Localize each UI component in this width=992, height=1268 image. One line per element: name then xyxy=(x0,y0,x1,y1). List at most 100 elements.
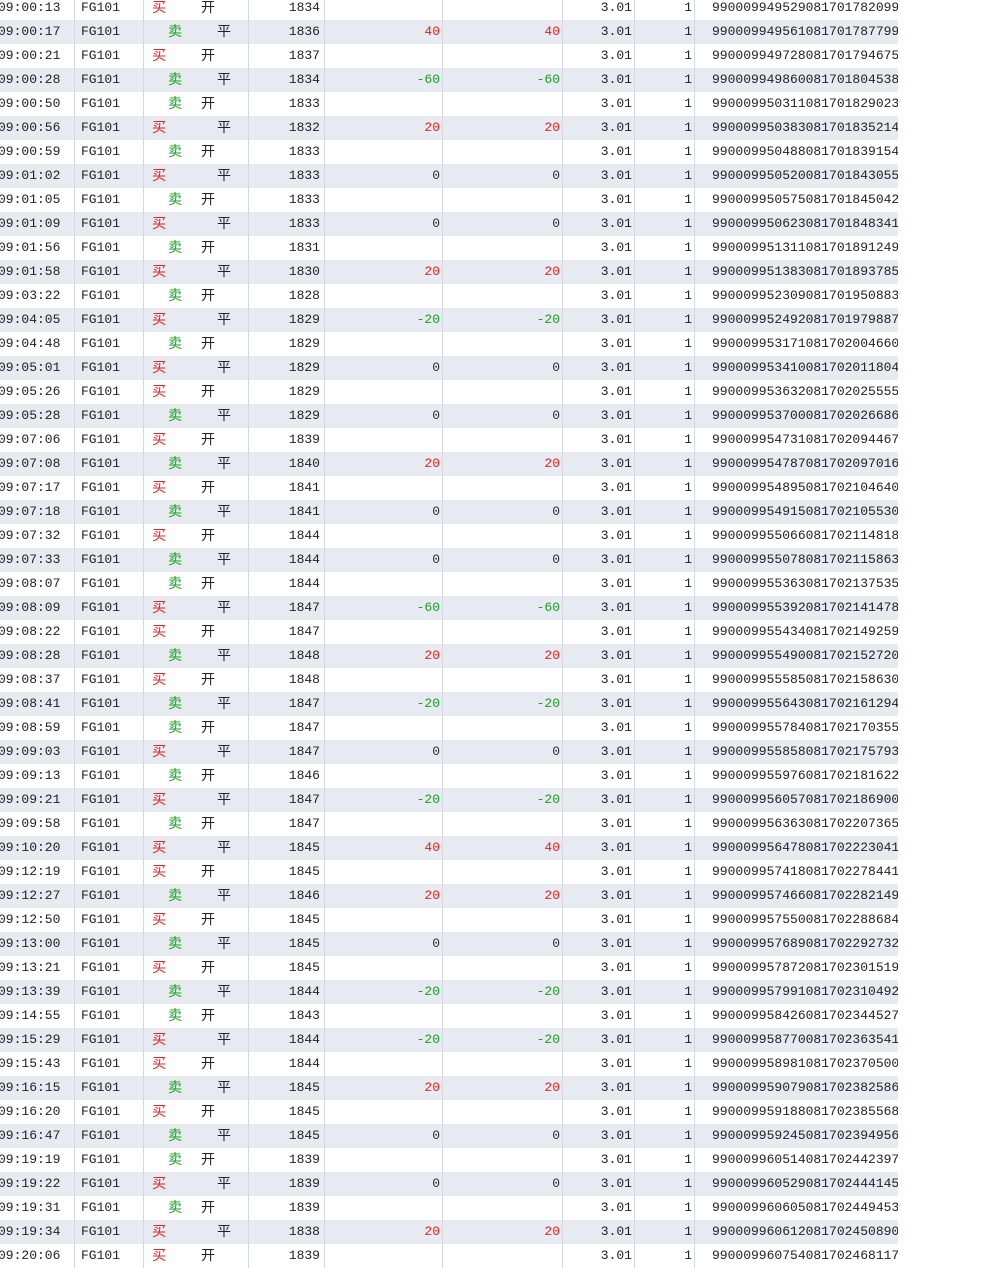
table-row[interactable]: 09:16:47 FG101 卖 平 1845 0 0 3.01 1 99000995924508… xyxy=(0,1124,898,1148)
table-row[interactable]: 09:05:28 FG101 卖 平 1829 0 0 3.01 1 99000995370008… xyxy=(0,404,898,428)
table-row[interactable]: 09:20:06 FG101 买 开 1839 3.01 1 9900099607540817… xyxy=(0,1244,898,1268)
column-divider xyxy=(248,884,249,908)
column-divider xyxy=(694,980,695,1004)
table-row[interactable]: 09:04:48 FG101 卖开 1829 3.01 1 9900099531710817… xyxy=(0,332,898,356)
table-row[interactable]: 09:03:22 FG101 卖开 1828 3.01 1 9900099523090817… xyxy=(0,284,898,308)
cell-contract: FG101 xyxy=(81,48,121,63)
cell-contract: FG101 xyxy=(81,1152,121,1167)
table-row[interactable]: 09:00:28 FG101 卖 平 1834 -60 -60 3.01 1 9900099498… xyxy=(0,68,898,92)
column-divider xyxy=(324,20,325,44)
table-row[interactable]: 09:07:18 FG101 卖 平 1841 0 0 3.01 1 99000995491508… xyxy=(0,500,898,524)
table-row[interactable]: 09:08:09 FG101 买 平 1847 -60 -60 3.01 1 9900099553… xyxy=(0,596,898,620)
column-divider xyxy=(248,308,249,332)
table-row[interactable]: 09:04:05 FG101 买 平 1829 -20 -20 3.01 1 9900099524… xyxy=(0,308,898,332)
table-row[interactable]: 09:01:58 FG101 买 平 1830 20 20 3.01 1 990009951383… xyxy=(0,260,898,284)
cell-price: 1845 xyxy=(288,1080,320,1095)
table-row[interactable]: 09:19:31 FG101 卖开 1839 3.01 1 9900099606050817… xyxy=(0,1196,898,1220)
table-row[interactable]: 09:09:58 FG101 卖开 1847 3.01 1 9900099563630817… xyxy=(0,812,898,836)
column-divider xyxy=(143,1052,144,1076)
table-row[interactable]: 09:01:56 FG101 卖开 1831 3.01 1 9900099513110817… xyxy=(0,236,898,260)
table-row[interactable]: 09:08:28 FG101 卖 平 1848 20 20 3.01 1 990009955490… xyxy=(0,644,898,668)
column-divider xyxy=(143,284,144,308)
table-row[interactable]: 09:00:50 FG101 卖开 1833 3.01 1 9900099503110817… xyxy=(0,92,898,116)
table-row[interactable]: 09:15:29 FG101 买 平 1844 -20 -20 3.01 1 9900099587… xyxy=(0,1028,898,1052)
cell-quantity: 1 xyxy=(684,672,692,687)
column-divider xyxy=(442,956,443,980)
table-row[interactable]: 09:19:22 FG101 买 平 1839 0 0 3.01 1 99000996052908… xyxy=(0,1172,898,1196)
column-divider xyxy=(694,884,695,908)
column-divider xyxy=(248,1244,249,1268)
table-row[interactable]: 09:12:19 FG101 买 开 1845 3.01 1 9900099574180817… xyxy=(0,860,898,884)
table-row[interactable]: 09:00:17 FG101 卖 平 1836 40 40 3.01 1 990009949561… xyxy=(0,20,898,44)
table-row[interactable]: 09:01:02 FG101 买 平 1833 0 0 3.01 1 99000995052008… xyxy=(0,164,898,188)
table-row[interactable]: 09:19:19 FG101 卖开 1839 3.01 1 9900099605140817… xyxy=(0,1148,898,1172)
table-row[interactable]: 09:07:08 FG101 卖 平 1840 20 20 3.01 1 990009954787… xyxy=(0,452,898,476)
table-row[interactable]: 09:07:17 FG101 买 开 1841 3.01 1 9900099548950817… xyxy=(0,476,898,500)
column-divider xyxy=(324,572,325,596)
column-divider xyxy=(248,380,249,404)
table-row[interactable]: 09:08:22 FG101 买 开 1847 3.01 1 9900099554340817… xyxy=(0,620,898,644)
table-row[interactable]: 09:16:20 FG101 买 开 1845 3.01 1 9900099591880817… xyxy=(0,1100,898,1124)
cell-contract: FG101 xyxy=(81,192,121,207)
column-divider xyxy=(324,380,325,404)
table-row[interactable]: 09:15:43 FG101 买 开 1844 3.01 1 9900099589810817… xyxy=(0,1052,898,1076)
column-divider xyxy=(442,716,443,740)
column-divider xyxy=(248,1148,249,1172)
cell-side: 买 xyxy=(152,1104,166,1120)
cell-open-close: 开 xyxy=(201,0,215,16)
table-row[interactable]: 09:09:03 FG101 买 平 1847 0 0 3.01 1 99000995585808… xyxy=(0,740,898,764)
table-row[interactable]: 09:08:37 FG101 买 开 1848 3.01 1 9900099555850817… xyxy=(0,668,898,692)
table-row[interactable]: 09:12:50 FG101 买 开 1845 3.01 1 9900099575500817… xyxy=(0,908,898,932)
column-divider xyxy=(143,260,144,284)
column-divider xyxy=(143,1172,144,1196)
table-row[interactable]: 09:00:13 FG101 买 开 1834 3.01 1 9900099495290817… xyxy=(0,0,898,20)
column-divider xyxy=(694,1220,695,1244)
table-row[interactable]: 09:13:39 FG101 卖 平 1844 -20 -20 3.01 1 9900099579… xyxy=(0,980,898,1004)
table-row[interactable]: 09:13:21 FG101 买 开 1845 3.01 1 9900099578720817… xyxy=(0,956,898,980)
table-row[interactable]: 09:00:56 FG101 买 平 1832 20 20 3.01 1 990009950383… xyxy=(0,116,898,140)
cell-side: 买 xyxy=(152,168,166,184)
table-row[interactable]: 09:09:13 FG101 卖开 1846 3.01 1 9900099559760817… xyxy=(0,764,898,788)
column-divider xyxy=(634,620,635,644)
table-row[interactable]: 09:12:27 FG101 卖 平 1846 20 20 3.01 1 990009957466… xyxy=(0,884,898,908)
column-divider xyxy=(634,908,635,932)
table-row[interactable]: 09:07:32 FG101 买 开 1844 3.01 1 9900099550660817… xyxy=(0,524,898,548)
cell-close-pnl xyxy=(330,1196,440,1220)
column-divider xyxy=(143,212,144,236)
column-divider xyxy=(248,716,249,740)
cell-close-pnl: -20 xyxy=(416,792,440,807)
column-divider xyxy=(143,980,144,1004)
cell-price: 1829 xyxy=(288,384,320,399)
table-row[interactable]: 09:05:01 FG101 买 平 1829 0 0 3.01 1 99000995341008… xyxy=(0,356,898,380)
cell-time: 09:07:06 xyxy=(0,432,61,447)
cell-fee: 3.01 xyxy=(600,576,632,591)
column-divider xyxy=(442,668,443,692)
table-row[interactable]: 09:08:41 FG101 卖 平 1847 -20 -20 3.01 1 9900099556… xyxy=(0,692,898,716)
column-divider xyxy=(442,332,443,356)
column-divider xyxy=(634,116,635,140)
column-divider xyxy=(324,1076,325,1100)
table-row[interactable]: 09:01:05 FG101 卖开 1833 3.01 1 9900099505750817… xyxy=(0,188,898,212)
cell-side: 买 xyxy=(152,864,166,880)
table-row[interactable]: 09:01:09 FG101 买 平 1833 0 0 3.01 1 99000995062308… xyxy=(0,212,898,236)
column-divider xyxy=(248,692,249,716)
column-divider xyxy=(74,596,75,620)
cell-price: 1844 xyxy=(288,528,320,543)
cell-contract: FG101 xyxy=(81,864,121,879)
table-row[interactable]: 09:05:26 FG101 买 开 1829 3.01 1 9900099536320817… xyxy=(0,380,898,404)
column-divider xyxy=(694,92,695,116)
table-row[interactable]: 09:00:59 FG101 卖开 1833 3.01 1 9900099504880817… xyxy=(0,140,898,164)
table-row[interactable]: 09:16:15 FG101 卖 平 1845 20 20 3.01 1 990009959079… xyxy=(0,1076,898,1100)
table-row[interactable]: 09:08:59 FG101 卖开 1847 3.01 1 9900099557840817… xyxy=(0,716,898,740)
table-row[interactable]: 09:10:20 FG101 买 平 1845 40 40 3.01 1 990009956478… xyxy=(0,836,898,860)
cell-pnl xyxy=(450,716,560,740)
table-row[interactable]: 09:09:21 FG101 买 平 1847 -20 -20 3.01 1 9900099560… xyxy=(0,788,898,812)
table-row[interactable]: 09:14:55 FG101 卖开 1843 3.01 1 9900099584260817… xyxy=(0,1004,898,1028)
table-row[interactable]: 09:00:21 FG101 买 开 1837 3.01 1 9900099497280817… xyxy=(0,44,898,68)
table-row[interactable]: 09:19:34 FG101 买 平 1838 20 20 3.01 1 990009960612… xyxy=(0,1220,898,1244)
table-row[interactable]: 09:07:33 FG101 卖 平 1844 0 0 3.01 1 99000995507808… xyxy=(0,548,898,572)
table-row[interactable]: 09:08:07 FG101 卖开 1844 3.01 1 9900099553630817… xyxy=(0,572,898,596)
cell-time: 09:05:28 xyxy=(0,408,61,423)
table-row[interactable]: 09:13:00 FG101 卖 平 1845 0 0 3.01 1 99000995768908… xyxy=(0,932,898,956)
table-row[interactable]: 09:07:06 FG101 买 开 1839 3.01 1 9900099547310817… xyxy=(0,428,898,452)
